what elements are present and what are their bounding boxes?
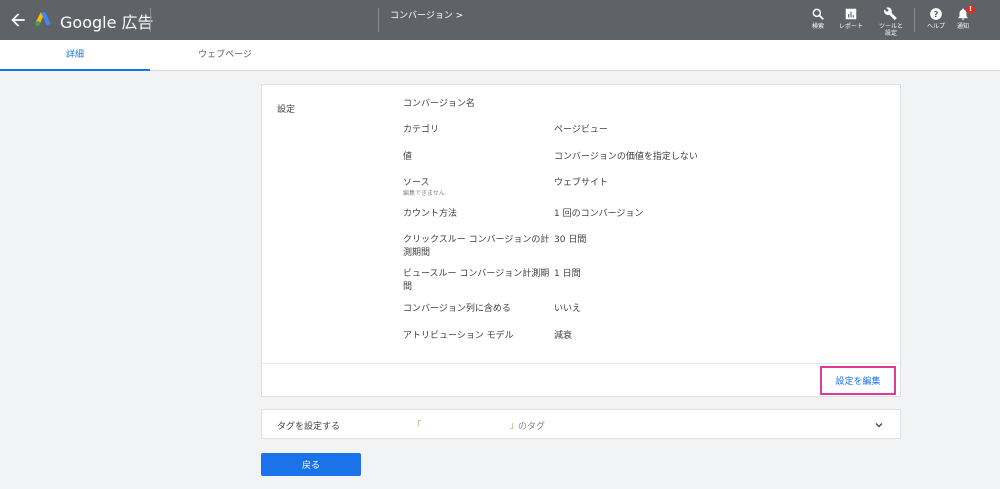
tab-details[interactable]: 詳細 — [0, 40, 150, 71]
view-through-window-value: 1 日間 — [554, 269, 581, 279]
category-value: ページビュー — [554, 125, 608, 135]
attribution-model-value: 減衰 — [554, 331, 573, 341]
attribution-model-label: アトリビューション モデル — [403, 331, 514, 341]
view-through-window-label: ビュースルー コンバージョン計測期間 — [403, 269, 550, 292]
count-method-value: 1 回のコンバージョン — [554, 209, 644, 219]
tab-bar: 詳細 ウェブページ — [0, 40, 1000, 71]
notifications-label: 通知 — [956, 23, 969, 30]
divider — [378, 8, 379, 32]
notification-badge: ! — [966, 5, 975, 14]
source-label: ソース — [403, 178, 430, 188]
source-label-group: ソース 編集できません — [403, 177, 553, 198]
conversion-name-label: コンバージョン名 — [403, 99, 475, 109]
back-arrow-icon[interactable] — [8, 10, 28, 30]
category-label: カテゴリ — [403, 125, 440, 135]
tag-setup-title: タグを設定する — [277, 422, 341, 432]
google-ads-logo-icon — [35, 12, 51, 26]
include-in-conversions-value: いいえ — [554, 304, 582, 314]
edit-settings-button[interactable]: 設定を編集 — [820, 366, 896, 395]
app-title: Google 広告 — [60, 13, 154, 32]
chevron-down-icon[interactable] — [873, 419, 885, 431]
tools-settings-label: ツールと 設定 — [878, 23, 903, 37]
source-value: ウェブサイト — [554, 178, 609, 188]
report-tool-button[interactable]: レポート — [836, 7, 866, 30]
settings-card: 設定 コンバージョン名 カテゴリ ページビュー 値 コンバージョンの価値を指定し… — [261, 84, 901, 397]
tab-webpage[interactable]: ウェブページ — [150, 40, 300, 71]
value-value: コンバージョンの価値を指定しない — [554, 152, 698, 162]
search-icon — [812, 8, 824, 20]
top-app-bar: Google 広告 コンバージョン > 検索 レポート ツールと 設定 ? ヘル… — [0, 0, 1000, 40]
count-method-label: カウント方法 — [403, 209, 458, 219]
search-tool-button[interactable]: 検索 — [803, 7, 833, 30]
settings-section-label: 設定 — [277, 105, 296, 115]
back-button[interactable]: 戻る — [261, 453, 361, 476]
tag-open-quote: 「 — [412, 421, 422, 431]
click-through-window-value: 30 日間 — [554, 235, 587, 245]
help-label: ヘルプ — [926, 23, 945, 30]
search-tool-label: 検索 — [811, 23, 824, 30]
help-button[interactable]: ? ヘルプ — [921, 7, 951, 30]
source-not-editable-note: 編集できません — [403, 190, 445, 197]
include-in-conversions-label: コンバージョン列に含める — [403, 304, 511, 314]
divider — [262, 363, 900, 364]
wrench-icon — [884, 7, 897, 21]
divider — [150, 8, 151, 32]
tag-setup-panel[interactable]: タグを設定する 「 」 のタグ — [261, 409, 901, 439]
svg-text:?: ? — [934, 9, 939, 19]
report-tool-label: レポート — [838, 23, 863, 30]
tools-settings-button[interactable]: ツールと 設定 — [876, 7, 906, 37]
breadcrumb[interactable]: コンバージョン > — [390, 8, 463, 21]
tag-suffix: のタグ — [518, 422, 546, 432]
value-label: 値 — [403, 152, 413, 162]
divider — [914, 8, 915, 32]
click-through-window-label: クリックスルー コンバージョンの計測期間 — [403, 235, 550, 258]
report-icon — [845, 8, 857, 20]
help-icon: ? — [930, 8, 942, 20]
